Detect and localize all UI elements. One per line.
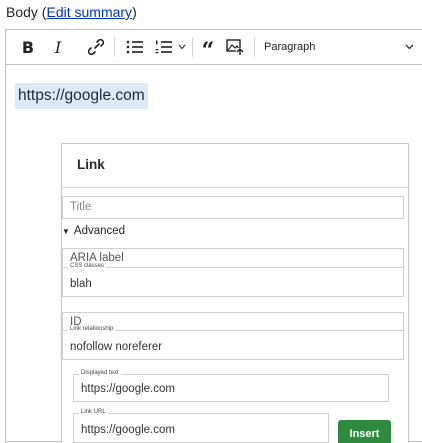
link-dialog-title: Link <box>77 157 105 172</box>
editor-toolbar: B I “ Paragraph <box>6 30 422 65</box>
chevron-down-icon <box>405 44 414 50</box>
link-relationship-label: Link relationship <box>68 326 116 332</box>
toolbar-separator <box>114 37 115 57</box>
expand-triangle-icon: ▼ <box>62 226 70 236</box>
advanced-label: Advanced <box>73 225 126 237</box>
displayed-text-value: https://google.com <box>81 383 175 395</box>
bold-icon: B <box>21 37 35 57</box>
heading-select[interactable]: Paragraph <box>264 36 414 58</box>
css-classes-value: blah <box>70 278 92 290</box>
link-url-field[interactable]: Link URL https://google.com <box>73 409 329 443</box>
bulleted-list-button[interactable] <box>124 36 146 58</box>
rich-text-editor: B I “ Paragraph https://google.com Link … <box>5 29 422 443</box>
selected-link-text[interactable]: https://google.com <box>15 83 148 109</box>
editor-content[interactable]: https://google.com Link Title ▼ Advanced… <box>7 66 422 443</box>
italic-button[interactable]: I <box>50 36 66 58</box>
insert-image-icon <box>225 38 244 55</box>
dropdown-arrow-icon <box>178 44 186 50</box>
displayed-text-label: Displayed text <box>79 370 121 376</box>
blockquote-icon: “ <box>201 38 215 64</box>
divider <box>62 187 408 188</box>
toolbar-separator <box>254 37 255 57</box>
paren-close: ) <box>132 4 137 20</box>
advanced-toggle[interactable]: ▼ Advanced <box>62 225 125 237</box>
insert-image-button[interactable] <box>225 36 245 58</box>
insert-button[interactable]: Insert <box>338 420 391 443</box>
link-relationship-value: nofollow noreferer <box>70 341 163 353</box>
blockquote-button[interactable]: “ <box>199 36 217 62</box>
link-button[interactable] <box>86 36 106 58</box>
link-title-field[interactable]: Title <box>62 196 404 219</box>
list-style-dropdown[interactable] <box>176 36 188 58</box>
toolbar-separator <box>192 37 193 57</box>
edit-summary-link[interactable]: Edit summary <box>46 4 132 20</box>
numbered-list-icon <box>155 40 172 54</box>
link-dialog: Link Title ▼ Advanced ARIA label CSS cla… <box>61 143 409 443</box>
link-relationship-field[interactable]: Link relationship nofollow noreferer <box>62 326 404 360</box>
link-url-label: Link URL <box>79 409 108 415</box>
field-label-text: Body <box>6 4 38 20</box>
link-icon <box>87 38 105 56</box>
link-title-placeholder: Title <box>70 201 92 213</box>
heading-select-value: Paragraph <box>264 41 316 53</box>
numbered-list-button[interactable] <box>153 36 175 58</box>
css-classes-label: CSS classes <box>68 263 107 269</box>
css-classes-field[interactable]: CSS classes blah <box>62 263 404 297</box>
bold-button[interactable]: B <box>19 36 37 58</box>
link-url-value: https://google.com <box>81 424 175 436</box>
bulleted-list-icon <box>126 40 143 54</box>
displayed-text-field[interactable]: Displayed text https://google.com <box>73 370 389 402</box>
italic-icon: I <box>54 37 62 57</box>
field-label: Body (Edit summary) <box>6 4 137 20</box>
